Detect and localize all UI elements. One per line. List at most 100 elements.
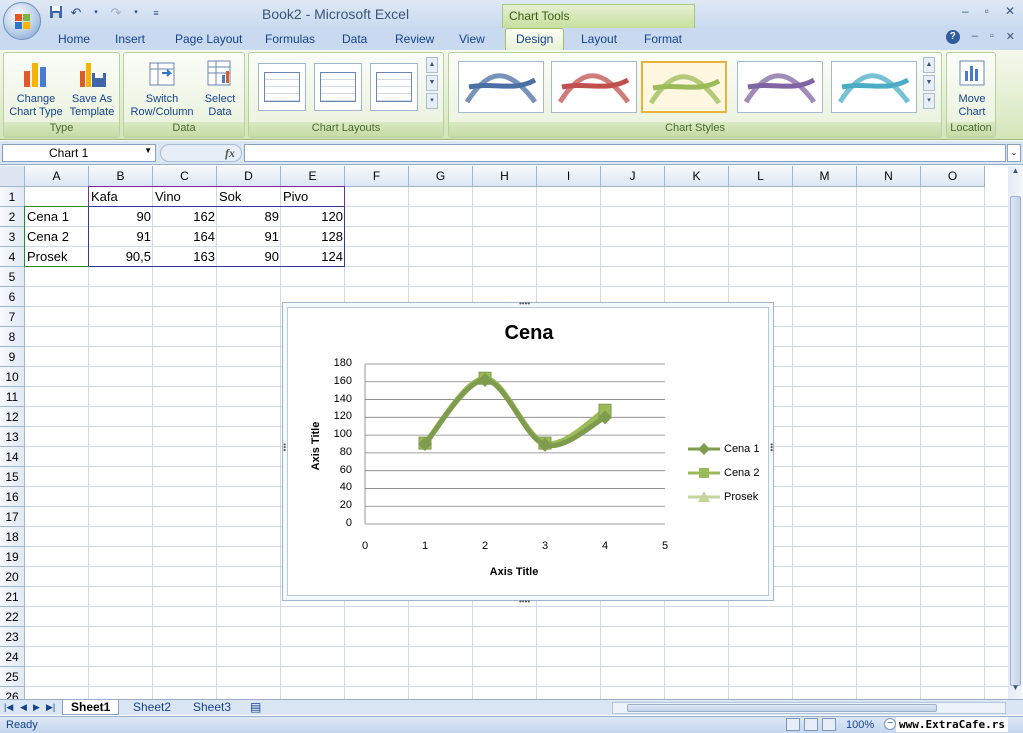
cell[interactable]: Prosek [25,247,89,267]
column-header[interactable]: A [25,166,89,187]
close-workbook-button[interactable]: ✕ [1006,30,1015,44]
column-header[interactable]: N [857,166,921,187]
column-header[interactable]: L [729,166,793,187]
chart-style-1[interactable] [458,61,544,113]
row-header[interactable]: 8 [0,327,25,347]
cell[interactable]: 90 [89,207,153,227]
zoom-out-icon[interactable]: − [884,718,896,730]
move-chart-button[interactable]: Move Chart [951,57,993,119]
cell[interactable]: 89 [217,207,281,227]
row-header[interactable]: 12 [0,407,25,427]
column-header[interactable]: E [281,166,345,187]
cell[interactable]: 128 [281,227,345,247]
normal-view-icon[interactable] [786,718,800,731]
tab-page-layout[interactable]: Page Layout [175,32,242,46]
more-icon[interactable]: ▾ [426,93,438,109]
row-header[interactable]: 5 [0,267,25,287]
cell[interactable]: Cena 1 [25,207,89,227]
restore-workbook-button[interactable]: ▫ [990,30,994,44]
customize-toolbar-icon[interactable]: ≡ [148,5,164,21]
minimize-workbook-button[interactable]: – [972,30,978,44]
scroll-down-icon[interactable]: ▼ [426,75,438,91]
page-layout-view-icon[interactable] [804,718,818,731]
legend-entry[interactable]: Prosek [688,490,758,504]
first-sheet-icon[interactable]: |◀ [4,702,13,713]
minimize-button[interactable]: – [962,4,969,18]
name-box[interactable]: Chart 1 ▼ [2,144,156,162]
tab-data[interactable]: Data [342,32,367,46]
resize-handle-bottom[interactable]: •••• [519,597,530,606]
legend-entry[interactable]: Cena 1 [688,442,759,456]
row-header[interactable]: 16 [0,487,25,507]
row-header[interactable]: 3 [0,227,25,247]
column-header[interactable]: G [409,166,473,187]
column-header[interactable]: C [153,166,217,187]
horizontal-scrollbar[interactable] [612,702,1006,714]
tab-format[interactable]: Format [644,32,682,46]
row-header[interactable]: 6 [0,287,25,307]
cell[interactable]: 163 [153,247,217,267]
column-header[interactable]: J [601,166,665,187]
row-header[interactable]: 14 [0,447,25,467]
dropdown-icon[interactable]: ▾ [128,5,144,21]
tab-formulas[interactable]: Formulas [265,32,315,46]
scroll-up-icon[interactable]: ▲ [1009,166,1022,180]
next-sheet-icon[interactable]: ▶ [33,702,40,713]
tab-insert[interactable]: Insert [115,32,145,46]
sheet-tab-sheet1[interactable]: Sheet1 [62,700,120,715]
horizontal-scroll-thumb[interactable] [627,704,937,712]
cell[interactable]: 90,5 [89,247,153,267]
tab-view[interactable]: View [459,32,485,46]
save-as-template-button[interactable]: Save As Template [66,57,118,119]
row-header[interactable]: 13 [0,427,25,447]
row-header[interactable]: 1 [0,187,25,207]
embedded-chart[interactable]: •••• •••• ••• ••• Cena Axis Title Axis T… [280,299,776,606]
row-header[interactable]: 22 [0,607,25,627]
more-icon[interactable]: ▾ [923,93,935,109]
cell[interactable]: Kafa [89,187,153,207]
save-icon[interactable] [48,5,64,21]
chart-style-3-selected[interactable] [641,61,727,113]
restore-button[interactable]: ▫ [985,4,989,18]
cell[interactable]: 91 [89,227,153,247]
sheet-tab-sheet3[interactable]: Sheet3 [185,700,239,715]
cell[interactable]: 164 [153,227,217,247]
cell[interactable]: Cena 2 [25,227,89,247]
row-header[interactable]: 19 [0,547,25,567]
switch-row-column-button[interactable]: Switch Row/Column [128,57,196,119]
chart-styles-scroll[interactable]: ▲ ▼ ▾ [923,57,935,109]
vertical-scroll-thumb[interactable] [1010,196,1021,686]
change-chart-type-button[interactable]: Change Chart Type [8,57,64,119]
cell[interactable]: 120 [281,207,345,227]
chart-style-4[interactable] [737,61,823,113]
cell[interactable]: 91 [217,227,281,247]
row-header[interactable]: 23 [0,627,25,647]
insert-function-icon[interactable]: fx [225,146,235,161]
tab-layout[interactable]: Layout [581,32,617,46]
select-data-button[interactable]: Select Data [198,57,242,119]
cell[interactable]: Sok [217,187,281,207]
formula-input[interactable] [244,144,1006,162]
cell[interactable]: 124 [281,247,345,267]
chart-layouts-scroll[interactable]: ▲ ▼ ▾ [426,57,438,109]
select-all-corner[interactable] [0,166,25,187]
worksheet-grid[interactable]: ABCDEFGHIJKLMNO 1 2 3 4 5 6 7 8 9 10 11 12 13 14 15 16 1… [0,166,1008,699]
column-header[interactable]: I [537,166,601,187]
column-header[interactable]: D [217,166,281,187]
close-button[interactable]: ✕ [1005,4,1015,18]
row-header[interactable]: 11 [0,387,25,407]
legend-entry[interactable]: Cena 2 [688,466,759,480]
chart-area[interactable]: Cena Axis Title Axis Title 180 160 140 120 1… [287,307,769,596]
tab-review[interactable]: Review [395,32,434,46]
y-axis-title[interactable]: Axis Title [310,406,322,486]
row-header[interactable]: 2 [0,207,25,227]
chart-style-5[interactable] [831,61,917,113]
vertical-scrollbar[interactable]: ▲ ▼ [1008,166,1023,699]
chart-layout-3[interactable] [370,63,418,111]
row-header[interactable]: 25 [0,667,25,687]
row-header[interactable]: 17 [0,507,25,527]
chevron-down-icon[interactable]: ▼ [144,146,152,155]
cell[interactable]: 90 [217,247,281,267]
cell[interactable]: Pivo [281,187,345,207]
chart-title[interactable]: Cena [288,322,770,345]
